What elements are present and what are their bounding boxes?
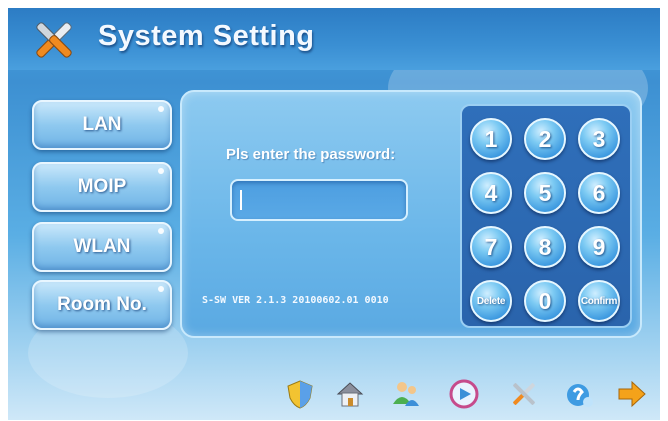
title-bar: System Setting [8,8,660,70]
key-6[interactable]: 6 [578,172,620,214]
text-caret [240,190,242,210]
key-label: 4 [484,179,498,206]
menu-button-label: Room No. [57,294,147,315]
key-label: 3 [592,125,606,152]
key-label: 5 [538,179,552,206]
password-input[interactable] [230,179,408,221]
menu-button-lan[interactable]: LAN [32,100,172,150]
key-label: 8 [538,233,552,260]
key-3[interactable]: 3 [578,118,620,160]
key-label: 2 [538,125,552,152]
key-label: 7 [484,233,498,260]
support-icon[interactable] [564,378,596,410]
key-label: 9 [592,233,606,260]
tools-icon [36,22,72,58]
key-label: 0 [538,287,552,314]
menu-button-room-no[interactable]: Room No. [32,280,172,330]
taskbar [8,370,660,420]
menu-button-label: WLAN [73,236,131,257]
key-label: 6 [592,179,606,206]
delete-button[interactable]: Delete [470,280,512,322]
key-label: Delete [476,295,506,307]
password-panel: Pls enter the password: S-SW VER 2.1.3 2… [180,90,642,338]
key-0[interactable]: 0 [524,280,566,322]
key-9[interactable]: 9 [578,226,620,268]
key-5[interactable]: 5 [524,172,566,214]
shield-icon[interactable] [284,378,316,410]
page-title: System Setting [98,20,315,52]
key-7[interactable]: 7 [470,226,512,268]
people-icon[interactable] [390,378,422,410]
key-label: Confirm [580,295,618,307]
key-4[interactable]: 4 [470,172,512,214]
key-label: 1 [484,125,498,152]
system-setting-screen: System Setting LAN MOIP WLAN Room No. Pl… [8,8,660,420]
key-8[interactable]: 8 [524,226,566,268]
menu-button-wlan[interactable]: WLAN [32,222,172,272]
arrow-right-icon[interactable] [616,378,648,410]
version-label: S-SW VER 2.1.3 20100602.01 0010 [202,295,389,306]
media-icon[interactable] [448,378,480,410]
home-icon[interactable] [334,378,366,410]
password-prompt: Pls enter the password: [226,146,396,163]
menu-button-moip[interactable]: MOIP [32,162,172,212]
key-1[interactable]: 1 [470,118,512,160]
confirm-button[interactable]: Confirm [578,280,620,322]
key-2[interactable]: 2 [524,118,566,160]
menu-button-label: LAN [82,114,122,135]
tools-icon[interactable] [508,378,540,410]
menu-button-label: MOIP [77,176,127,197]
numeric-keypad: 1 2 3 4 5 6 7 8 9 Delete 0 Confirm [460,104,632,328]
